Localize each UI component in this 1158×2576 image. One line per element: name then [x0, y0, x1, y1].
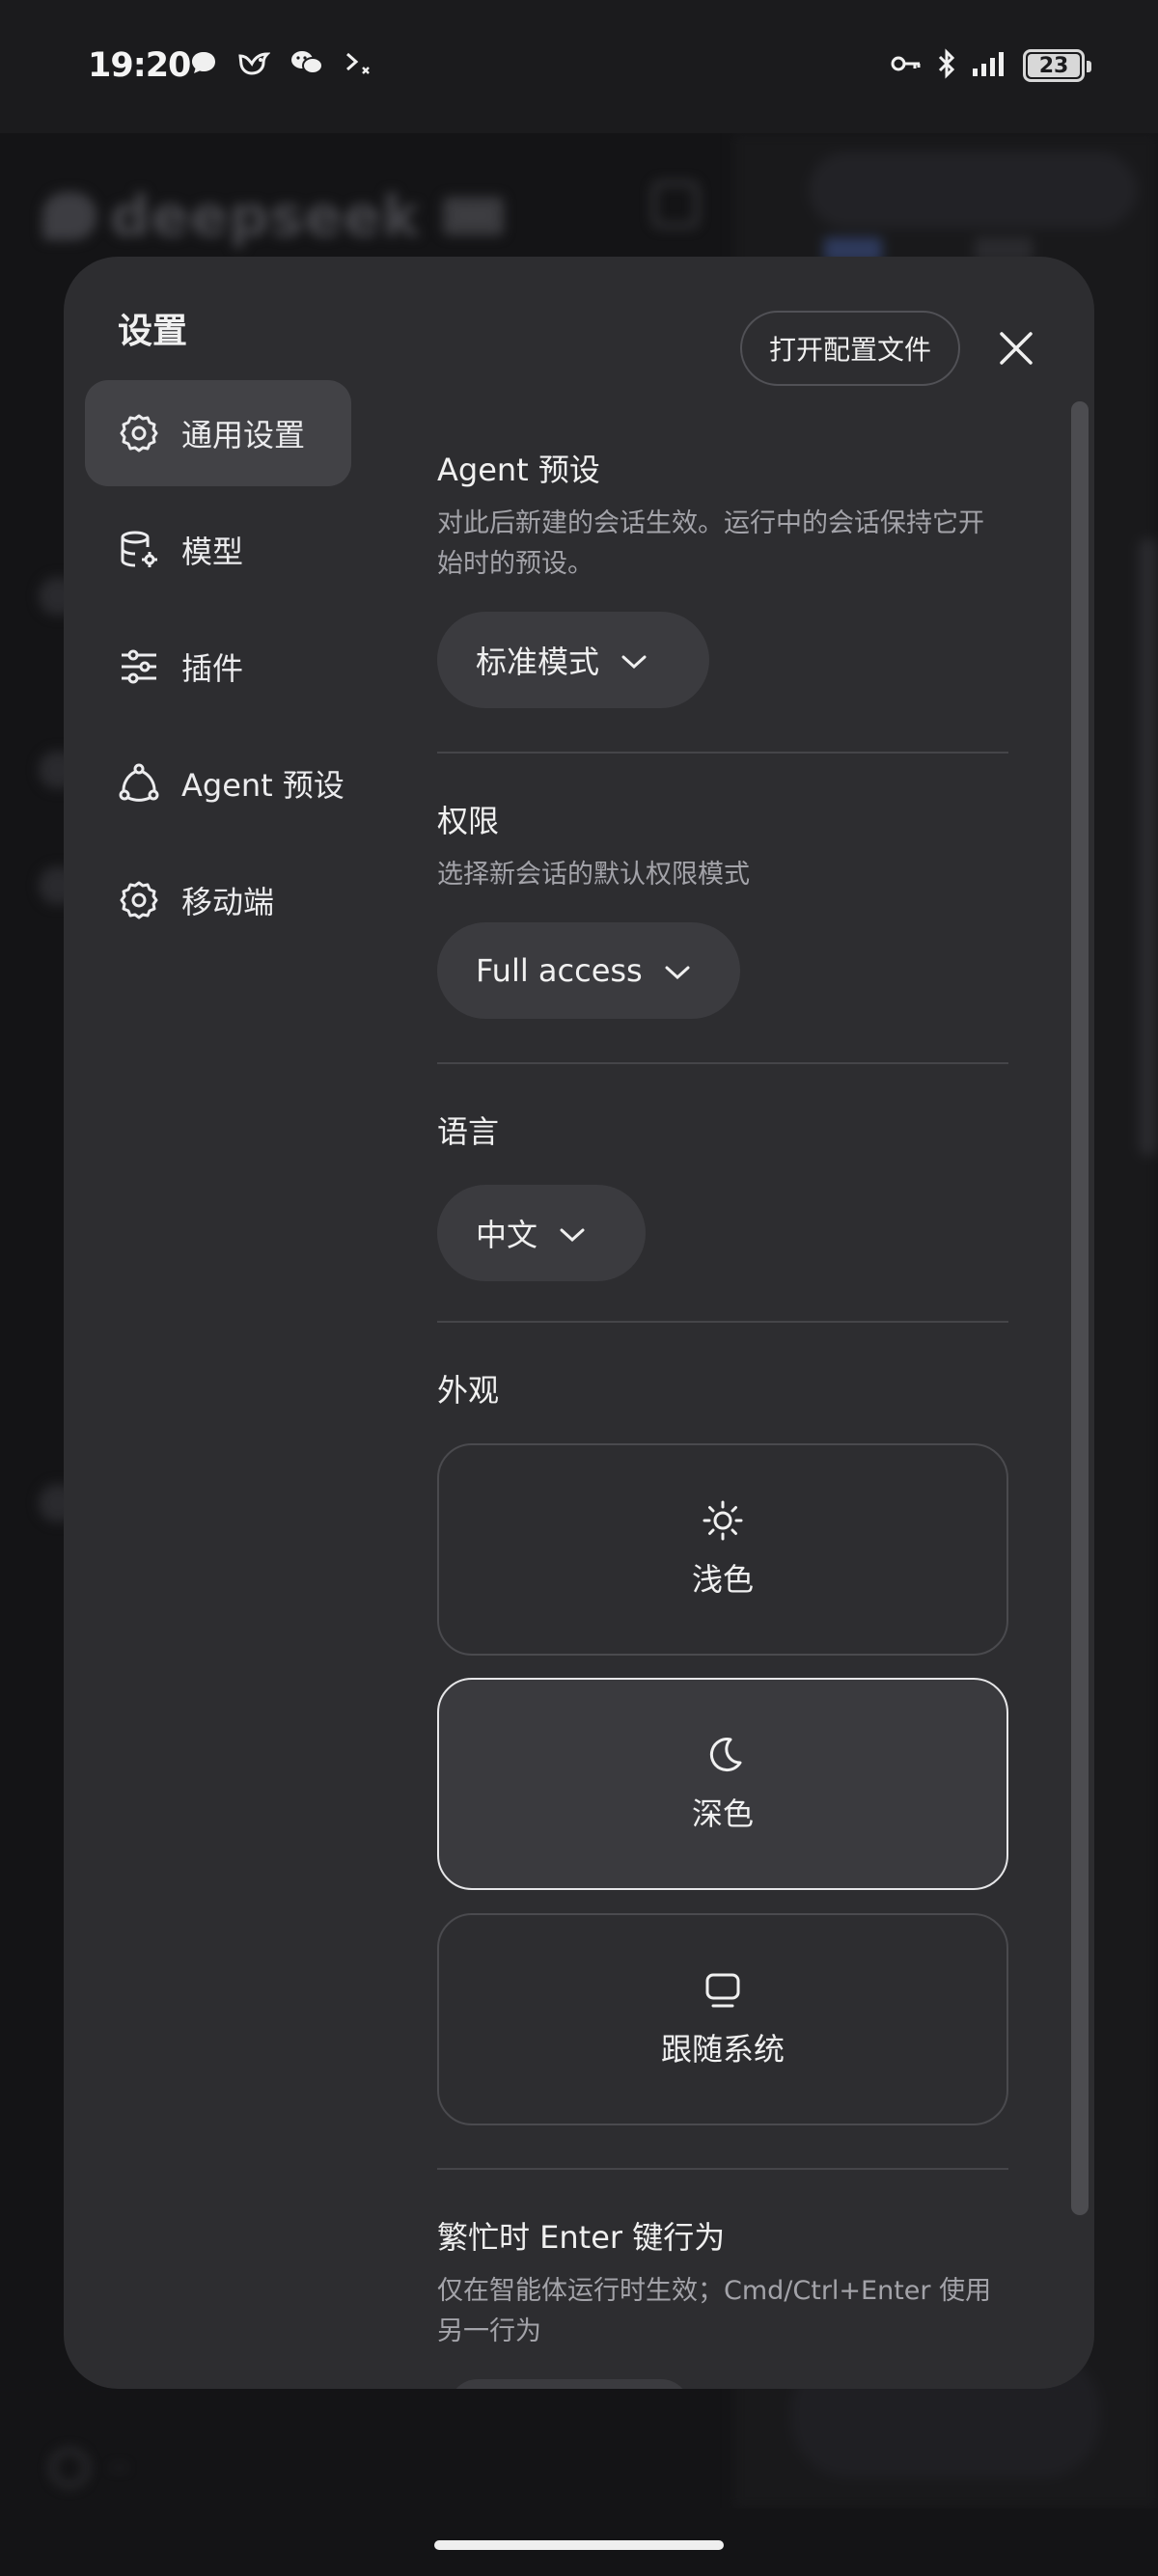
status-time: 19:20 [88, 46, 191, 85]
nodes-icon [118, 762, 160, 805]
nav-label-plugins: 插件 [181, 650, 244, 687]
busy-enter-title: 繁忙时 Enter 键行为 [437, 2219, 726, 2256]
database-gear-icon [118, 529, 160, 571]
notification-icons [189, 48, 376, 77]
language-title: 语言 [437, 1113, 500, 1150]
agent-preset-select[interactable]: 标准模式 [437, 612, 709, 708]
sidebar-toggle-icon [652, 181, 699, 228]
deepseek-logo: deepseek ····· [42, 183, 504, 249]
bluetooth-icon [936, 48, 957, 83]
bird-app-icon [237, 48, 270, 77]
permissions-description: 选择新会话的默认权限模式 [437, 860, 750, 890]
nav-item-model[interactable]: 模型 [85, 497, 351, 603]
nav-item-general[interactable]: 通用设置 [85, 380, 351, 486]
nav-label-model: 模型 [181, 534, 244, 570]
busy-enter-description: 仅在智能体运行时生效；Cmd/Ctrl+Enter 使用另一行为 [437, 2276, 992, 2346]
nav-label-mobile: 移动端 [181, 884, 275, 920]
wechat-icon [290, 48, 324, 77]
open-config-button[interactable]: 打开配置文件 [740, 311, 960, 386]
nav-item-plugins[interactable]: 插件 [85, 614, 351, 720]
close-icon[interactable] [996, 328, 1036, 369]
nav-label-agent-preset: Agent 预设 [181, 767, 345, 804]
agent-preset-description: 对此后新建的会话生效。运行中的会话保持它开始时的预设。 [437, 508, 984, 579]
battery-indicator: 23 [1023, 49, 1091, 82]
divider [437, 2168, 1008, 2170]
busy-enter-select[interactable] [449, 2379, 690, 2389]
appearance-title: 外观 [437, 1372, 500, 1409]
agent-preset-title: Agent 预设 [437, 452, 600, 488]
agent-preset-value: 标准模式 [476, 644, 600, 680]
nav-item-agent-preset[interactable]: Agent 预设 [85, 730, 351, 836]
status-bar: 19:20 23 [0, 0, 1158, 133]
signal-icon [971, 49, 1009, 82]
sliders-icon [118, 645, 160, 688]
theme-label-dark: 深色 [691, 1795, 754, 1832]
language-select[interactable]: 中文 [437, 1185, 646, 1281]
gear-icon [118, 879, 160, 921]
theme-label-system: 跟随系统 [660, 2031, 785, 2068]
settings-nav: 通用设置 模型 插件 Agent 预设 移动端 [85, 380, 351, 964]
terminal-icon [344, 48, 376, 77]
theme-option-system[interactable]: 跟随系统 [437, 1913, 1008, 2125]
settings-modal: 设置 通用设置 模型 插件 Agent 预设 移动端 打开配置文件 Agent … [64, 257, 1094, 2389]
monitor-icon [702, 1969, 744, 2015]
nav-label-general: 通用设置 [181, 417, 306, 453]
chevron-down-icon [664, 952, 691, 989]
settings-title: 设置 [118, 312, 188, 351]
permissions-select[interactable]: Full access [437, 922, 740, 1019]
theme-option-dark[interactable]: 深色 [437, 1678, 1008, 1890]
gear-icon [118, 412, 160, 454]
chevron-down-icon [559, 1215, 586, 1251]
divider [437, 1321, 1008, 1323]
key-icon [890, 49, 923, 82]
theme-label-light: 浅色 [691, 1561, 754, 1598]
divider [437, 752, 1008, 754]
divider [437, 1062, 1008, 1064]
home-indicator[interactable] [434, 2540, 724, 2550]
permissions-title: 权限 [437, 803, 500, 839]
system-icons: 23 [890, 48, 1091, 83]
nav-item-mobile[interactable]: 移动端 [85, 847, 351, 953]
moon-icon [702, 1734, 744, 1780]
chevron-down-icon [620, 642, 648, 678]
language-value: 中文 [476, 1217, 538, 1253]
sun-icon [702, 1499, 744, 1546]
permissions-value: Full access [476, 952, 643, 989]
theme-option-light[interactable]: 浅色 [437, 1443, 1008, 1656]
chat-bubble-icon [189, 48, 218, 77]
modal-scrollbar[interactable] [1071, 401, 1089, 2215]
